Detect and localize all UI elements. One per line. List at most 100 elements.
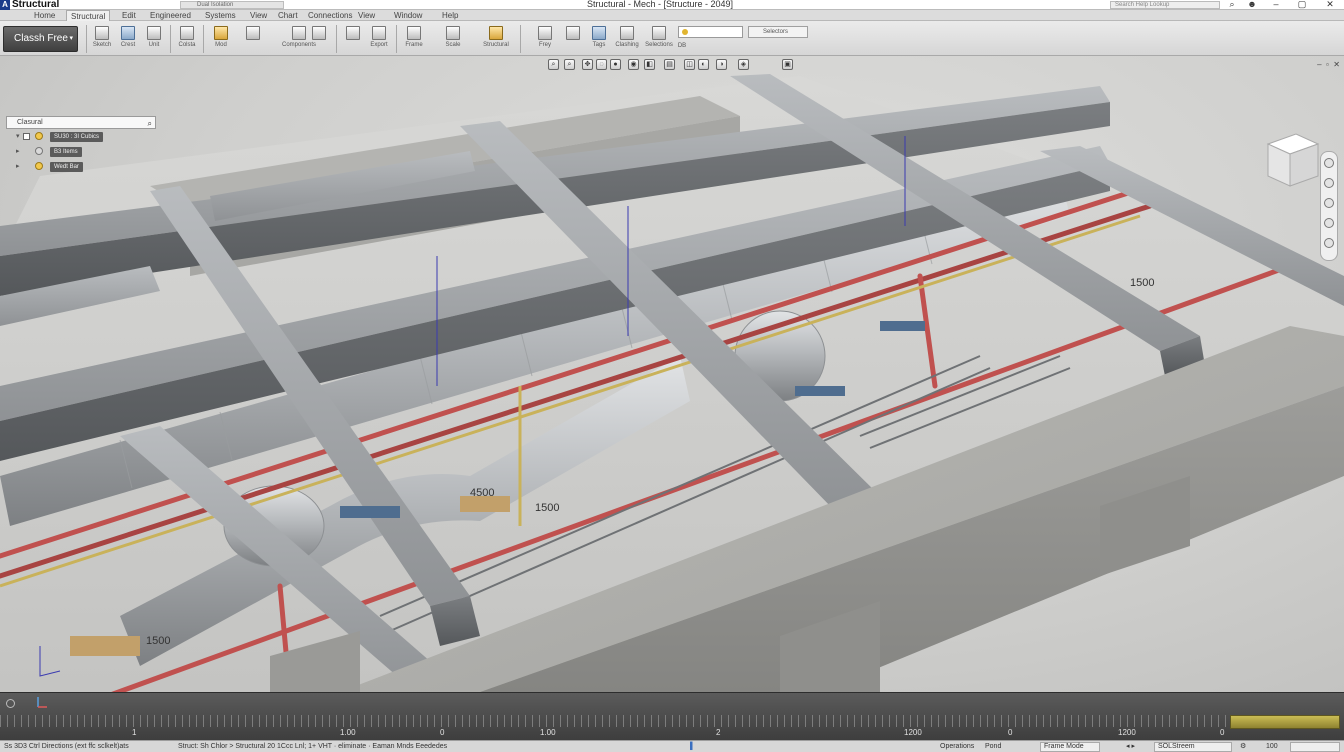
menu-view[interactable]: View xyxy=(250,10,267,21)
timeline-range-slider[interactable] xyxy=(1230,715,1340,729)
menu-bar: Home Structural Edit Engineered Systems … xyxy=(0,10,1344,21)
camera-icon[interactable]: ▣ xyxy=(782,59,793,70)
look-icon[interactable]: ◉ xyxy=(628,59,639,70)
status-unit-label: Pond xyxy=(985,743,1002,750)
zoom-icon[interactable]: ⌕ xyxy=(548,59,559,70)
play-icon[interactable] xyxy=(6,699,15,708)
zoom-region-icon[interactable]: ⌕ xyxy=(564,59,575,70)
quick-access-toolbar[interactable]: Dual Isolation xyxy=(180,1,284,9)
frame-tool-button[interactable]: Frame xyxy=(401,26,427,54)
app-logo-icon[interactable]: A xyxy=(0,0,10,10)
menu-chart[interactable]: Chart xyxy=(278,10,298,21)
close-button[interactable]: ✕ xyxy=(1322,0,1338,10)
clashing-icon xyxy=(620,26,634,40)
viewport-minimize-button[interactable]: – xyxy=(1317,60,1321,69)
colsta-tool-button[interactable]: Colsta xyxy=(174,26,200,54)
scale-tool-label: Scale xyxy=(445,42,461,48)
browser-tree-item[interactable]: ▸ Wedt Bar xyxy=(6,159,156,174)
properties-icon[interactable]: ◈ xyxy=(738,59,749,70)
menu-edit[interactable]: Edit xyxy=(122,10,136,21)
mod-tool-button[interactable]: Mod xyxy=(208,26,234,54)
timeline-panel[interactable]: 1 1.00 0 1.00 2 1200 0 1200 0 xyxy=(0,692,1344,740)
status-left-text: Ss 3D3 Ctrl Directions (ext ffc sclkelt)… xyxy=(4,743,129,750)
timeline-ruler[interactable] xyxy=(0,715,1344,727)
tags-tool-button[interactable]: Tags xyxy=(586,26,612,54)
orbit-icon[interactable]: ◌ xyxy=(596,59,607,70)
browser-search-input[interactable]: Clasural ⌕ xyxy=(6,116,156,129)
visibility-checkbox[interactable] xyxy=(23,133,30,140)
frame-mode-field[interactable]: Frame Mode xyxy=(1040,742,1100,752)
view-combo[interactable] xyxy=(678,26,743,38)
frey-tool-button[interactable]: Frey xyxy=(532,26,558,54)
tree-item-label: Wedt Bar xyxy=(50,162,83,172)
status-nav-arrows[interactable]: ◂ ▸ xyxy=(1126,741,1135,752)
structural-tool-label: Structural xyxy=(483,42,509,48)
view-cube[interactable] xyxy=(1266,133,1320,187)
3d-viewport[interactable]: 1500 1500 1500 4500 Clasural ⌕ ▾ SU30 : … xyxy=(0,56,1344,692)
menu-window[interactable]: Window xyxy=(394,10,422,21)
solstream-combo[interactable]: SOLStreem xyxy=(1154,742,1232,752)
menu-view-2[interactable]: View xyxy=(358,10,375,21)
viewport-restore-button[interactable]: ▫ xyxy=(1326,60,1329,69)
tags-icon xyxy=(592,26,606,40)
zoom-field[interactable] xyxy=(1290,742,1340,752)
help-icon[interactable]: ⌕ xyxy=(1224,0,1240,10)
shape-tool-button[interactable] xyxy=(240,26,266,54)
navigation-bar xyxy=(1320,151,1338,261)
timeline-tick: 1.00 xyxy=(340,728,356,737)
user-icon[interactable]: ☻ xyxy=(1244,0,1260,9)
light-bulb-icon[interactable] xyxy=(35,132,43,140)
selectors-combo[interactable]: Selectors xyxy=(748,26,808,38)
materials-icon[interactable]: ◑ xyxy=(716,59,727,70)
structural-model-scene[interactable]: 1500 1500 1500 4500 xyxy=(0,56,1344,692)
steering-wheel-icon[interactable] xyxy=(1324,158,1334,168)
light-bulb-icon[interactable] xyxy=(35,162,43,170)
expand-arrow-icon[interactable]: ▾ xyxy=(16,129,20,144)
section-icon[interactable]: ◧ xyxy=(644,59,655,70)
maximize-button[interactable]: ▢ xyxy=(1294,0,1310,10)
browser-tree-item[interactable]: ▾ SU30 : 3I Cubics xyxy=(6,129,156,144)
viewport-close-button[interactable]: ✕ xyxy=(1333,60,1340,69)
clashing-tool-button[interactable]: Clashing xyxy=(614,26,640,54)
help-search-input[interactable]: Search Help Lookup xyxy=(1110,1,1220,9)
minimize-button[interactable]: – xyxy=(1268,0,1284,9)
menu-systems[interactable]: Systems xyxy=(205,10,236,21)
crest-tool-button[interactable]: Crest xyxy=(115,26,141,54)
pan-icon[interactable]: ✥ xyxy=(582,59,593,70)
menu-engineered[interactable]: Engineered xyxy=(150,10,191,21)
collapse-arrow-icon[interactable]: ▸ xyxy=(16,144,20,159)
search-icon[interactable]: ⌕ xyxy=(148,118,152,129)
ribbon-separator xyxy=(86,25,87,53)
selections-tool-button[interactable]: Selections xyxy=(644,26,674,54)
menu-structural[interactable]: Structural xyxy=(66,10,111,21)
render-icon[interactable]: ◫ xyxy=(684,59,695,70)
layer-icon xyxy=(35,147,43,155)
scale-tool-button[interactable]: Scale xyxy=(440,26,466,54)
menu-help[interactable]: Help xyxy=(442,10,458,21)
structural-tool-button[interactable]: Structural xyxy=(478,26,514,54)
hide-icon[interactable]: ▤ xyxy=(664,59,675,70)
menu-connections[interactable]: Connections xyxy=(308,10,352,21)
unit-tool-button[interactable]: Unit xyxy=(141,26,167,54)
cube-tool-button[interactable] xyxy=(560,26,586,54)
sketch-tool-button[interactable]: Sketch xyxy=(89,26,115,54)
look-tool-icon[interactable] xyxy=(1324,238,1334,248)
grid-tool-button[interactable] xyxy=(306,26,332,54)
walk-icon[interactable]: ● xyxy=(610,59,621,70)
export-tool-button[interactable]: Export xyxy=(366,26,392,54)
pan-tool-icon[interactable] xyxy=(1324,178,1334,188)
browser-tree-item[interactable]: ▸ B3 Items xyxy=(6,144,156,159)
clash-free-button[interactable]: Classh Free ▾ xyxy=(3,26,78,52)
export-tool-label: Export xyxy=(370,42,388,48)
lights-icon[interactable]: ◐ xyxy=(698,59,709,70)
frey-icon xyxy=(538,26,552,40)
zoom-tool-icon[interactable] xyxy=(1324,198,1334,208)
orbit-tool-icon[interactable] xyxy=(1324,218,1334,228)
copy-tool-button[interactable] xyxy=(340,26,366,54)
shape-icon xyxy=(246,26,260,40)
timeline-tick: 1 xyxy=(132,728,137,737)
status-gear-icon[interactable]: ⚙ xyxy=(1240,741,1246,752)
menu-home[interactable]: Home xyxy=(34,10,55,21)
crest-icon xyxy=(121,26,135,40)
collapse-arrow-icon[interactable]: ▸ xyxy=(16,159,20,174)
